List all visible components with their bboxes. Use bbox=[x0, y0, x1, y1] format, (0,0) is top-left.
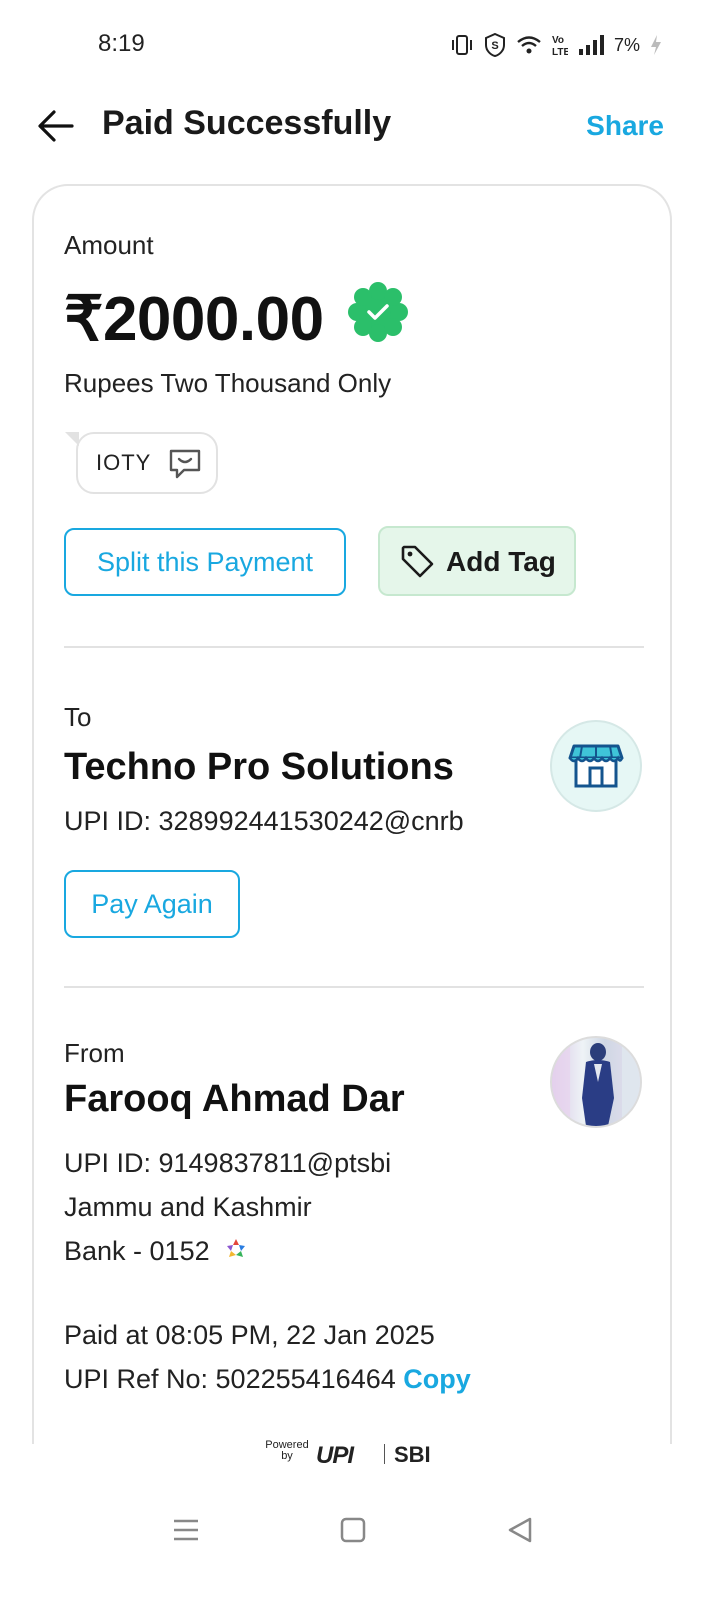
charging-icon bbox=[651, 35, 661, 55]
powered-by-footer: Powered by UPI SBI bbox=[262, 1440, 462, 1470]
merchant-avatar bbox=[550, 720, 642, 812]
share-button[interactable]: Share bbox=[586, 110, 664, 142]
vibrate-icon bbox=[451, 35, 472, 55]
upi-logo: UPI bbox=[316, 1442, 354, 1469]
receipt-card: Amount ₹2000.00 Rupees Two Thousand Only… bbox=[32, 184, 672, 1444]
to-label: To bbox=[64, 702, 92, 732]
payment-note-chip[interactable]: IOTY bbox=[65, 432, 218, 494]
payment-note-text: IOTY bbox=[96, 450, 152, 475]
bank-account-text: Bank - 0152 bbox=[64, 1236, 210, 1266]
divider bbox=[64, 646, 644, 648]
back-triangle-icon[interactable] bbox=[500, 1510, 540, 1550]
verified-check-icon bbox=[348, 282, 408, 342]
status-icons: S Vo LTE 7% bbox=[450, 30, 662, 60]
battery-percent: 7% bbox=[613, 34, 640, 55]
svg-text:S: S bbox=[491, 40, 498, 52]
payer-bank-name: Jammu and Kashmir bbox=[64, 1192, 312, 1222]
from-label: From bbox=[64, 1038, 125, 1068]
chat-bubble-icon bbox=[169, 449, 201, 479]
system-nav-bar bbox=[0, 1490, 720, 1600]
status-bar: 8:19 S Vo LTE 7% bbox=[0, 0, 720, 88]
sbi-logo: SBI bbox=[394, 1442, 431, 1467]
status-time: 8:19 bbox=[98, 30, 145, 57]
back-arrow-icon[interactable] bbox=[36, 108, 76, 144]
shield-icon: S bbox=[484, 33, 505, 57]
svg-text:LTE: LTE bbox=[552, 47, 568, 57]
payee-name: Techno Pro Solutions bbox=[64, 746, 454, 788]
amount-in-words: Rupees Two Thousand Only bbox=[64, 368, 392, 398]
payer-upi-id: UPI ID: 9149837811@ptsbi bbox=[64, 1148, 392, 1178]
signal-icon bbox=[578, 35, 604, 55]
menu-icon[interactable] bbox=[166, 1510, 206, 1550]
payer-bank-account: Bank - 0152 bbox=[64, 1236, 249, 1267]
app-bar: Paid Successfully Share bbox=[0, 90, 720, 160]
add-tag-button[interactable]: Add Tag bbox=[378, 526, 576, 596]
upi-reference: UPI Ref No: 502255416464 Copy bbox=[64, 1364, 471, 1395]
upi-ref-text: UPI Ref No: 502255416464 bbox=[64, 1364, 396, 1394]
powered-by-text: Powered by bbox=[265, 1439, 309, 1462]
paid-at-timestamp: Paid at 08:05 PM, 22 Jan 2025 bbox=[64, 1320, 435, 1350]
divider bbox=[64, 986, 644, 988]
copy-button[interactable]: Copy bbox=[403, 1364, 471, 1394]
wifi-icon bbox=[517, 36, 541, 54]
split-payment-button[interactable]: Split this Payment bbox=[64, 528, 346, 596]
avatar bbox=[550, 1036, 642, 1128]
amount-value: ₹2000.00 bbox=[64, 285, 324, 354]
logo-separator bbox=[384, 1444, 385, 1464]
pay-again-button[interactable]: Pay Again bbox=[64, 870, 240, 938]
home-icon[interactable] bbox=[333, 1510, 373, 1550]
payer-name: Farooq Ahmad Dar bbox=[64, 1078, 405, 1120]
payee-upi-id: UPI ID: 328992441530242@cnrb bbox=[64, 806, 464, 836]
page-title: Paid Successfully bbox=[102, 104, 392, 142]
tag-icon bbox=[401, 545, 434, 578]
volte-icon: VoLTE bbox=[552, 35, 568, 57]
svg-text:Vo: Vo bbox=[552, 35, 564, 46]
store-icon bbox=[568, 744, 624, 788]
add-tag-label: Add Tag bbox=[446, 546, 556, 577]
user-photo bbox=[552, 1038, 640, 1126]
bank-logo-icon bbox=[227, 1239, 246, 1257]
amount-label: Amount bbox=[64, 230, 154, 260]
